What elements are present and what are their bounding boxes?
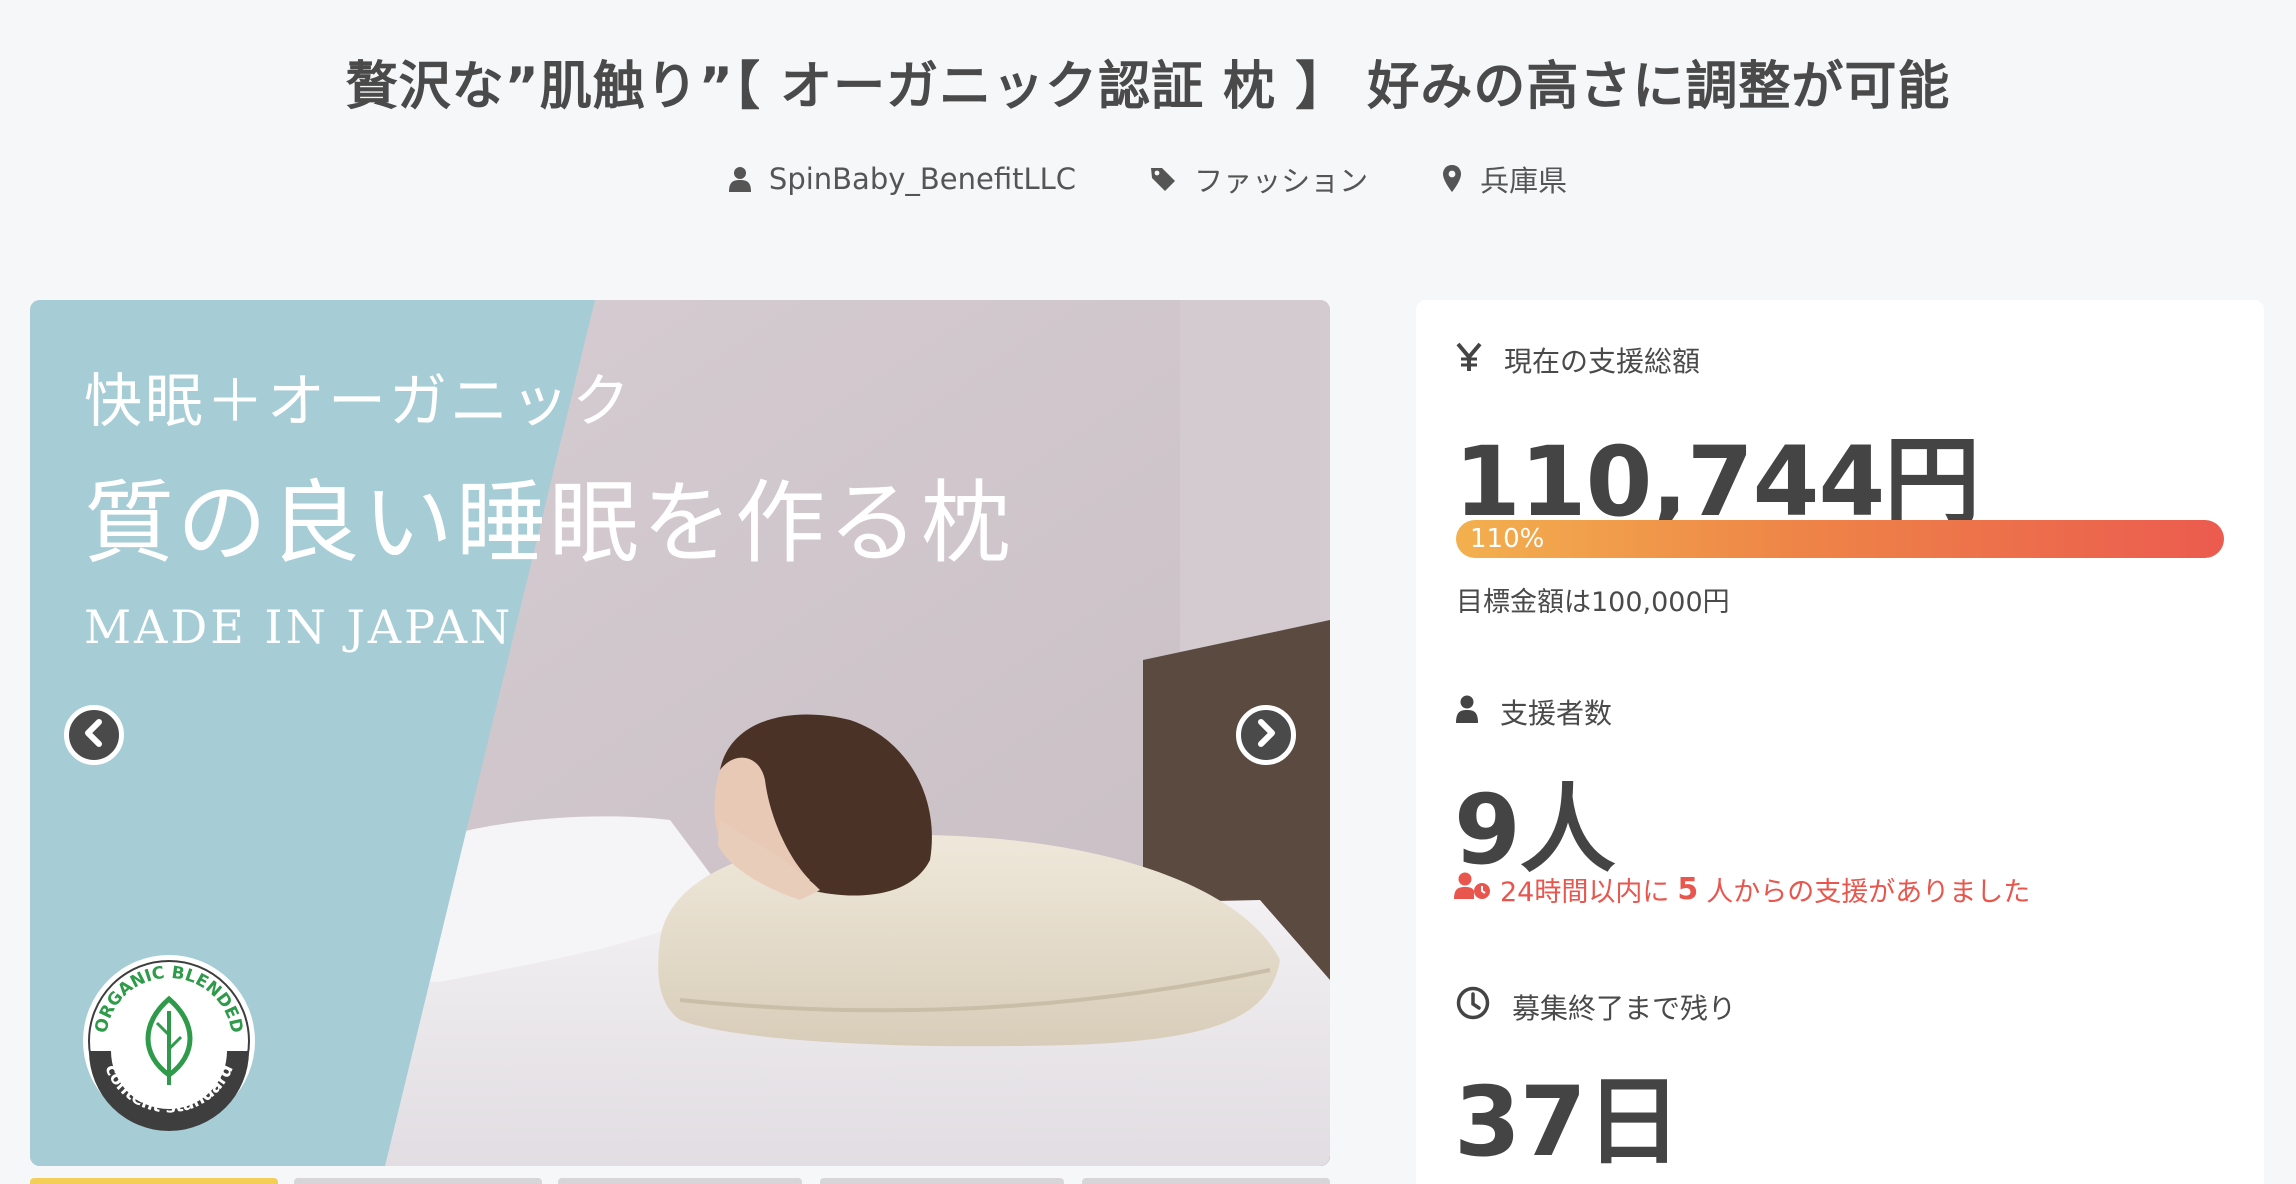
user-icon — [728, 166, 751, 192]
svg-text:ORGANIC BLENDED: ORGANIC BLENDED — [91, 963, 246, 1035]
remaining-label: 募集終了まで残り — [1512, 991, 1737, 1025]
yen-icon — [1456, 342, 1482, 379]
chevron-right-icon — [1254, 719, 1278, 751]
owner-name: SpinBaby_BenefitLLC — [768, 162, 1077, 196]
thumbnail-3[interactable] — [558, 1178, 802, 1184]
funding-panel: 現在の支援総額 110,744円 110% 目標金額は100,000円 支援者数… — [1416, 300, 2264, 1184]
progress-bar: 110% — [1456, 520, 2224, 558]
location-link[interactable]: 兵庫県 — [1442, 158, 1567, 200]
backers-label: 支援者数 — [1500, 697, 1613, 730]
location-name: 兵庫県 — [1480, 164, 1568, 198]
thumbnail-1[interactable] — [30, 1178, 278, 1184]
clock-icon — [1456, 986, 1490, 1027]
user-icon — [1456, 695, 1478, 730]
carousel-prev-button[interactable] — [64, 705, 124, 765]
recent-support-notice: 24時間以内に 5 人からの支援がありました — [1454, 870, 2030, 909]
amount-label-row: 現在の支援総額 — [1456, 340, 1700, 380]
hero-made-in-japan: MADE IN JAPAN — [84, 600, 514, 654]
svg-text:content standard: content standard — [100, 1061, 237, 1117]
image-carousel[interactable]: 快眠＋オーガニック 質の良い睡眠を作る枕 MADE IN JAPAN ORGAN… — [30, 300, 1330, 1166]
project-page: 贅沢な”肌触り”【 オーガニック認証 枕 】 好みの高さに調整が可能 SpinB… — [0, 0, 2296, 1184]
user-clock-icon — [1454, 872, 1492, 907]
badge-bottom-text: content standard — [100, 1061, 237, 1117]
thumbnail-4[interactable] — [820, 1178, 1064, 1184]
remaining-label-row: 募集終了まで残り — [1456, 986, 1736, 1027]
project-title: 贅沢な”肌触り”【 オーガニック認証 枕 】 好みの高さに調整が可能 — [345, 57, 1951, 117]
category-name: ファッション — [1194, 164, 1369, 198]
thumbnail-2[interactable] — [294, 1178, 542, 1184]
thumbnail-5[interactable] — [1082, 1178, 1330, 1184]
tag-icon — [1150, 166, 1176, 192]
project-meta: SpinBaby_BenefitLLC ファッション 兵庫県 — [0, 158, 2296, 200]
map-pin-icon — [1442, 165, 1462, 193]
recent-prefix: 24時間以内に — [1500, 877, 1670, 908]
recent-suffix: 人からの支援がありました — [1706, 877, 2031, 908]
recent-count: 5 — [1677, 872, 1699, 907]
carousel-next-button[interactable] — [1236, 705, 1296, 765]
category-link[interactable]: ファッション — [1150, 158, 1368, 200]
chevron-left-icon — [82, 719, 106, 751]
badge-top-text: ORGANIC BLENDED — [91, 963, 246, 1035]
goal-amount: 目標金額は100,000円 — [1456, 587, 1730, 618]
remaining-value: 37日 — [1454, 1066, 1682, 1178]
hero-headline: 質の良い睡眠を作る枕 — [84, 471, 1014, 576]
organic-badge: ORGANIC BLENDED content standard — [84, 956, 254, 1126]
hero-tagline: 快眠＋オーガニック — [84, 367, 634, 435]
backers-label-row: 支援者数 — [1456, 692, 1612, 732]
progress-text: 110% — [1470, 524, 1545, 554]
owner-link[interactable]: SpinBaby_BenefitLLC — [728, 158, 1077, 200]
amount-label: 現在の支援総額 — [1504, 345, 1701, 378]
